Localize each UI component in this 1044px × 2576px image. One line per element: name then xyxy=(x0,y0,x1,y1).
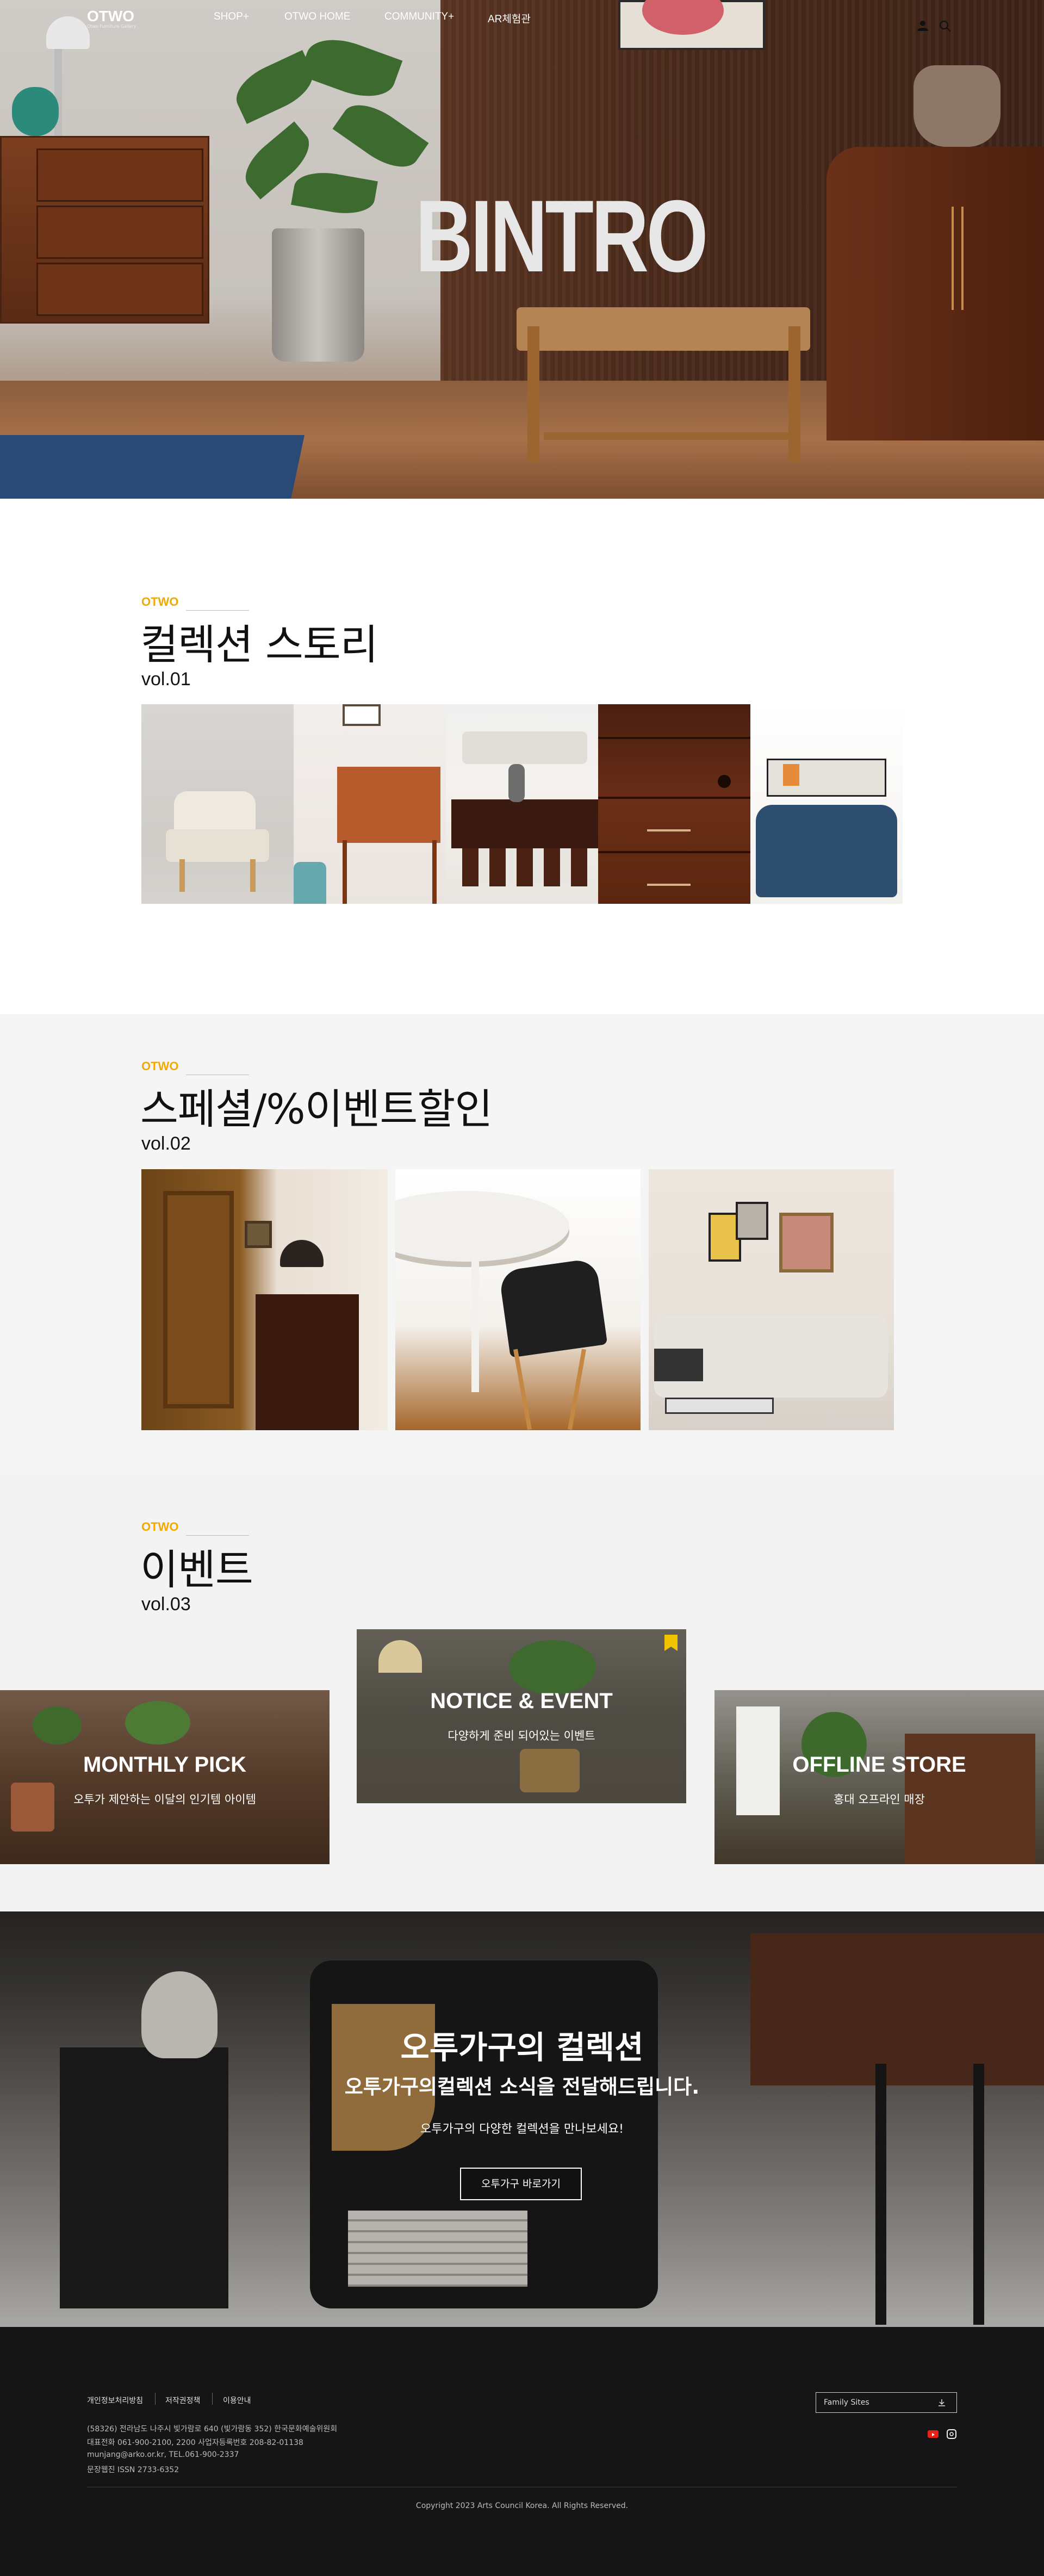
section-title: 컬렉션 스토리 xyxy=(140,620,378,669)
footer-link-privacy[interactable]: 개인정보처리방침 xyxy=(87,2395,143,2406)
collection-image-sofa[interactable] xyxy=(750,704,903,904)
event-subtitle: 홍대 오프라인 매장 xyxy=(834,1793,925,1806)
copyright: Copyright 2023 Arts Council Korea. All R… xyxy=(415,2501,629,2510)
section-title: 이벤트 xyxy=(140,1545,253,1594)
event-subtitle: 오투가 제안하는 이달의 인기템 아이템 xyxy=(73,1793,256,1806)
page: BINTRO OTWO Otwo Furniture Gallery SHOP+… xyxy=(0,0,1044,2576)
banner-title: 오투가구의 컬렉션 xyxy=(400,2029,644,2066)
footer-separator xyxy=(155,2393,156,2405)
nav-item-community[interactable]: COMMUNITY+ xyxy=(384,11,454,23)
section-vol: vol.03 xyxy=(141,1594,191,1615)
section-vol: vol.02 xyxy=(141,1133,191,1154)
footer-address: (58326) 전라남도 나주시 빛가람로 640 (빛가람동 352) 한국문… xyxy=(87,2425,338,2434)
hero-bench-leg xyxy=(527,326,539,462)
nav-item-shop[interactable]: SHOP+ xyxy=(214,11,249,23)
hero-urn xyxy=(913,65,1000,147)
search-icon[interactable] xyxy=(939,20,952,33)
logo-subtitle: Otwo Furniture Gallery xyxy=(87,24,136,29)
user-icon[interactable] xyxy=(917,20,929,31)
offline-store-card[interactable]: OFFLINE STORE 홍대 오프라인 매장 xyxy=(714,1690,1044,1864)
collection-image-coffee-table[interactable] xyxy=(446,704,598,904)
special-image-living-room[interactable] xyxy=(649,1169,894,1430)
family-sites-select[interactable]: Family Sites xyxy=(816,2392,957,2413)
hero-bench-leg xyxy=(788,326,800,462)
footer-link-copyright-policy[interactable]: 저작권정책 xyxy=(165,2395,200,2406)
nav-item-ar[interactable]: AR체험관 xyxy=(488,11,531,26)
collection-image-sideboard[interactable] xyxy=(294,704,446,904)
banner-subtitle: 오투가구의컬렉션 소식을 전달해드립니다. xyxy=(344,2075,700,2099)
hero-cabinet xyxy=(826,147,1044,440)
footer-link-guide[interactable]: 이용안내 xyxy=(223,2395,251,2406)
footer-issn: 문장웹진 ISSN 2733-6352 xyxy=(87,2466,179,2474)
event-title: MONTHLY PICK xyxy=(83,1753,247,1777)
hero-rug xyxy=(0,435,305,499)
section-brand: OTWO xyxy=(141,1059,179,1073)
hero-plant-leaf xyxy=(291,167,378,219)
instagram-icon[interactable] xyxy=(947,2429,956,2439)
section-title: 스페셜/%이벤트할인 xyxy=(140,1085,493,1133)
event-title: NOTICE & EVENT xyxy=(430,1689,613,1713)
youtube-icon[interactable] xyxy=(928,2430,939,2438)
hero-planter xyxy=(272,228,364,362)
banner-link-button[interactable]: 오투가구 바로가기 xyxy=(460,2168,582,2200)
banner-description: 오투가구의 다양한 컬렉션을 만나보세요! xyxy=(420,2122,624,2136)
footer-phone: 대표전화 061-900-2100, 2200 사업자등록번호 208-82-0… xyxy=(87,2438,303,2447)
event-title: OFFLINE STORE xyxy=(792,1753,966,1777)
hero-vase xyxy=(12,87,59,136)
hero-bench-shelf xyxy=(544,432,794,440)
logo[interactable]: OTWO xyxy=(87,8,134,25)
collection-image-drawers[interactable] xyxy=(598,704,750,904)
hero-title: BINTRO xyxy=(415,179,709,293)
collection-image-armchair[interactable] xyxy=(141,704,294,904)
section-divider xyxy=(186,610,249,611)
section-divider xyxy=(186,1535,249,1536)
monthly-pick-card[interactable]: MONTHLY PICK 오투가 제안하는 이달의 인기템 아이템 xyxy=(0,1690,330,1864)
section-vol: vol.01 xyxy=(141,669,191,690)
footer-email: munjang@arko.or.kr, TEL.061-900-2337 xyxy=(87,2450,239,2459)
download-icon xyxy=(939,2399,945,2406)
hero-plant-leaf xyxy=(332,93,429,179)
hero-plant-leaf xyxy=(299,29,403,107)
special-image-table-chair[interactable] xyxy=(395,1169,641,1430)
section-brand: OTWO xyxy=(141,1520,179,1534)
section-brand: OTWO xyxy=(141,595,179,609)
special-image-lamp-cabinet[interactable] xyxy=(141,1169,388,1430)
hero-banner: BINTRO xyxy=(0,0,1044,499)
event-subtitle: 다양하게 준비 되어있는 이벤트 xyxy=(448,1729,595,1742)
footer-separator xyxy=(212,2393,213,2405)
nav-item-otwo-home[interactable]: OTWO HOME xyxy=(284,11,350,23)
family-sites-label: Family Sites xyxy=(824,2398,869,2407)
bookmark-icon xyxy=(664,1635,678,1651)
hero-dresser-image xyxy=(0,136,209,324)
top-nav: OTWO Otwo Furniture Gallery SHOP+ OTWO H… xyxy=(0,0,1044,35)
hero-bench xyxy=(517,307,810,351)
notice-event-card[interactable]: NOTICE & EVENT 다양하게 준비 되어있는 이벤트 xyxy=(357,1629,686,1803)
